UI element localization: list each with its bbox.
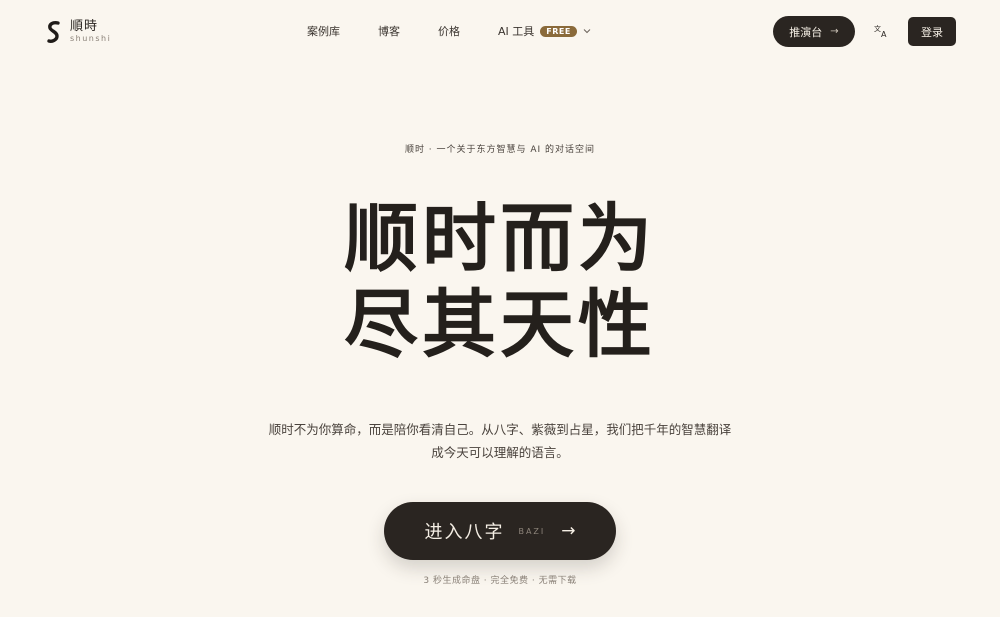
main-nav: 案例库 博客 价格 AI 工具 FREE	[307, 23, 591, 39]
description-line-2: 成今天可以理解的语言。	[431, 445, 569, 460]
free-badge: FREE	[540, 25, 577, 37]
nav-item-pricing[interactable]: 价格	[438, 23, 460, 39]
description-line-1: 顺时不为你算命，而是陪你看清自己。从八字、紫薇到占星，我们把千年的智慧翻译	[268, 422, 732, 437]
nav-ai-tools-label: AI 工具	[498, 25, 535, 38]
chevron-down-icon	[583, 29, 591, 34]
nav-item-ai-tools[interactable]: AI 工具 FREE	[498, 23, 591, 39]
hero-description: 顺时不为你算命，而是陪你看清自己。从八字、紫薇到占星，我们把千年的智慧翻译 成今…	[250, 418, 750, 464]
cta-sublabel: BAZI	[518, 526, 546, 536]
headline-line-1: 顺时而为	[344, 196, 656, 282]
nav-item-cases[interactable]: 案例库	[307, 23, 340, 39]
s-logo-icon	[47, 20, 60, 43]
landing-page: 順時 shunshi 案例库 博客 价格 AI 工具 FREE 推演台 → 文 …	[0, 0, 1000, 617]
arrow-right-icon: →	[561, 521, 576, 541]
brand-wordmark: 順時 shunshi	[70, 20, 111, 43]
brand-logo[interactable]: 順時 shunshi	[47, 20, 111, 43]
brand-name-en: shunshi	[70, 34, 112, 43]
hero-footnote: 3 秒生成命盘 · 完全免费 · 无需下载	[423, 576, 577, 586]
translate-icon[interactable]: 文 A	[873, 23, 889, 39]
brand-name-cn: 順時	[70, 19, 99, 34]
site-header: 順時 shunshi 案例库 博客 价格 AI 工具 FREE 推演台 → 文 …	[0, 0, 1000, 62]
arrow-right-icon: →	[830, 26, 839, 37]
svg-text:文: 文	[874, 24, 881, 33]
headline-line-2: 尽其天性	[344, 282, 656, 368]
enter-bazi-button[interactable]: 进入八字 BAZI →	[384, 502, 616, 560]
login-button[interactable]: 登录	[908, 17, 956, 46]
cta-label: 进入八字	[424, 522, 505, 543]
svg-text:A: A	[881, 30, 887, 39]
hero-eyebrow: 顺时 · 一个关于东方智慧与 AI 的对话空间	[404, 145, 596, 155]
dashboard-button[interactable]: 推演台 →	[773, 16, 855, 47]
hero-headline: 顺时而为 尽其天性	[0, 196, 1000, 368]
dashboard-button-label: 推演台	[789, 25, 823, 39]
nav-item-blog[interactable]: 博客	[378, 23, 400, 39]
